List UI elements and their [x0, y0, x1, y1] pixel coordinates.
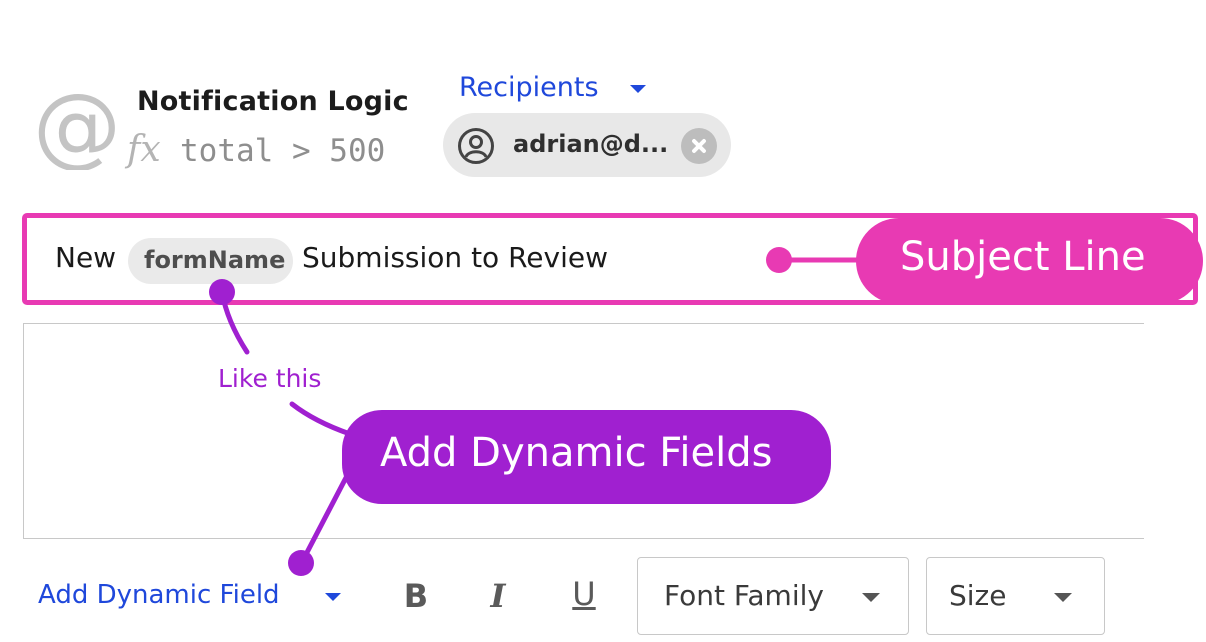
underline-button[interactable]: U: [566, 574, 602, 614]
add-dynamic-field-dropdown[interactable]: Add Dynamic Field: [38, 580, 280, 610]
font-size-select[interactable]: Size: [926, 557, 1105, 635]
add-dynamic-fields-callout-label: Add Dynamic Fields: [380, 430, 773, 476]
font-family-select[interactable]: Font Family: [637, 557, 909, 635]
italic-button[interactable]: I: [480, 576, 516, 616]
bold-button[interactable]: B: [400, 576, 432, 616]
chevron-down-icon: [862, 593, 880, 602]
subject-line-callout-label: Subject Line: [900, 234, 1146, 280]
chevron-down-icon: [1054, 593, 1072, 602]
like-this-annotation: Like this: [218, 364, 322, 393]
chevron-down-icon[interactable]: [325, 593, 341, 601]
font-size-select-label: Size: [949, 579, 1007, 612]
font-family-select-label: Font Family: [664, 579, 824, 612]
annotation-connectors: [209, 247, 873, 576]
